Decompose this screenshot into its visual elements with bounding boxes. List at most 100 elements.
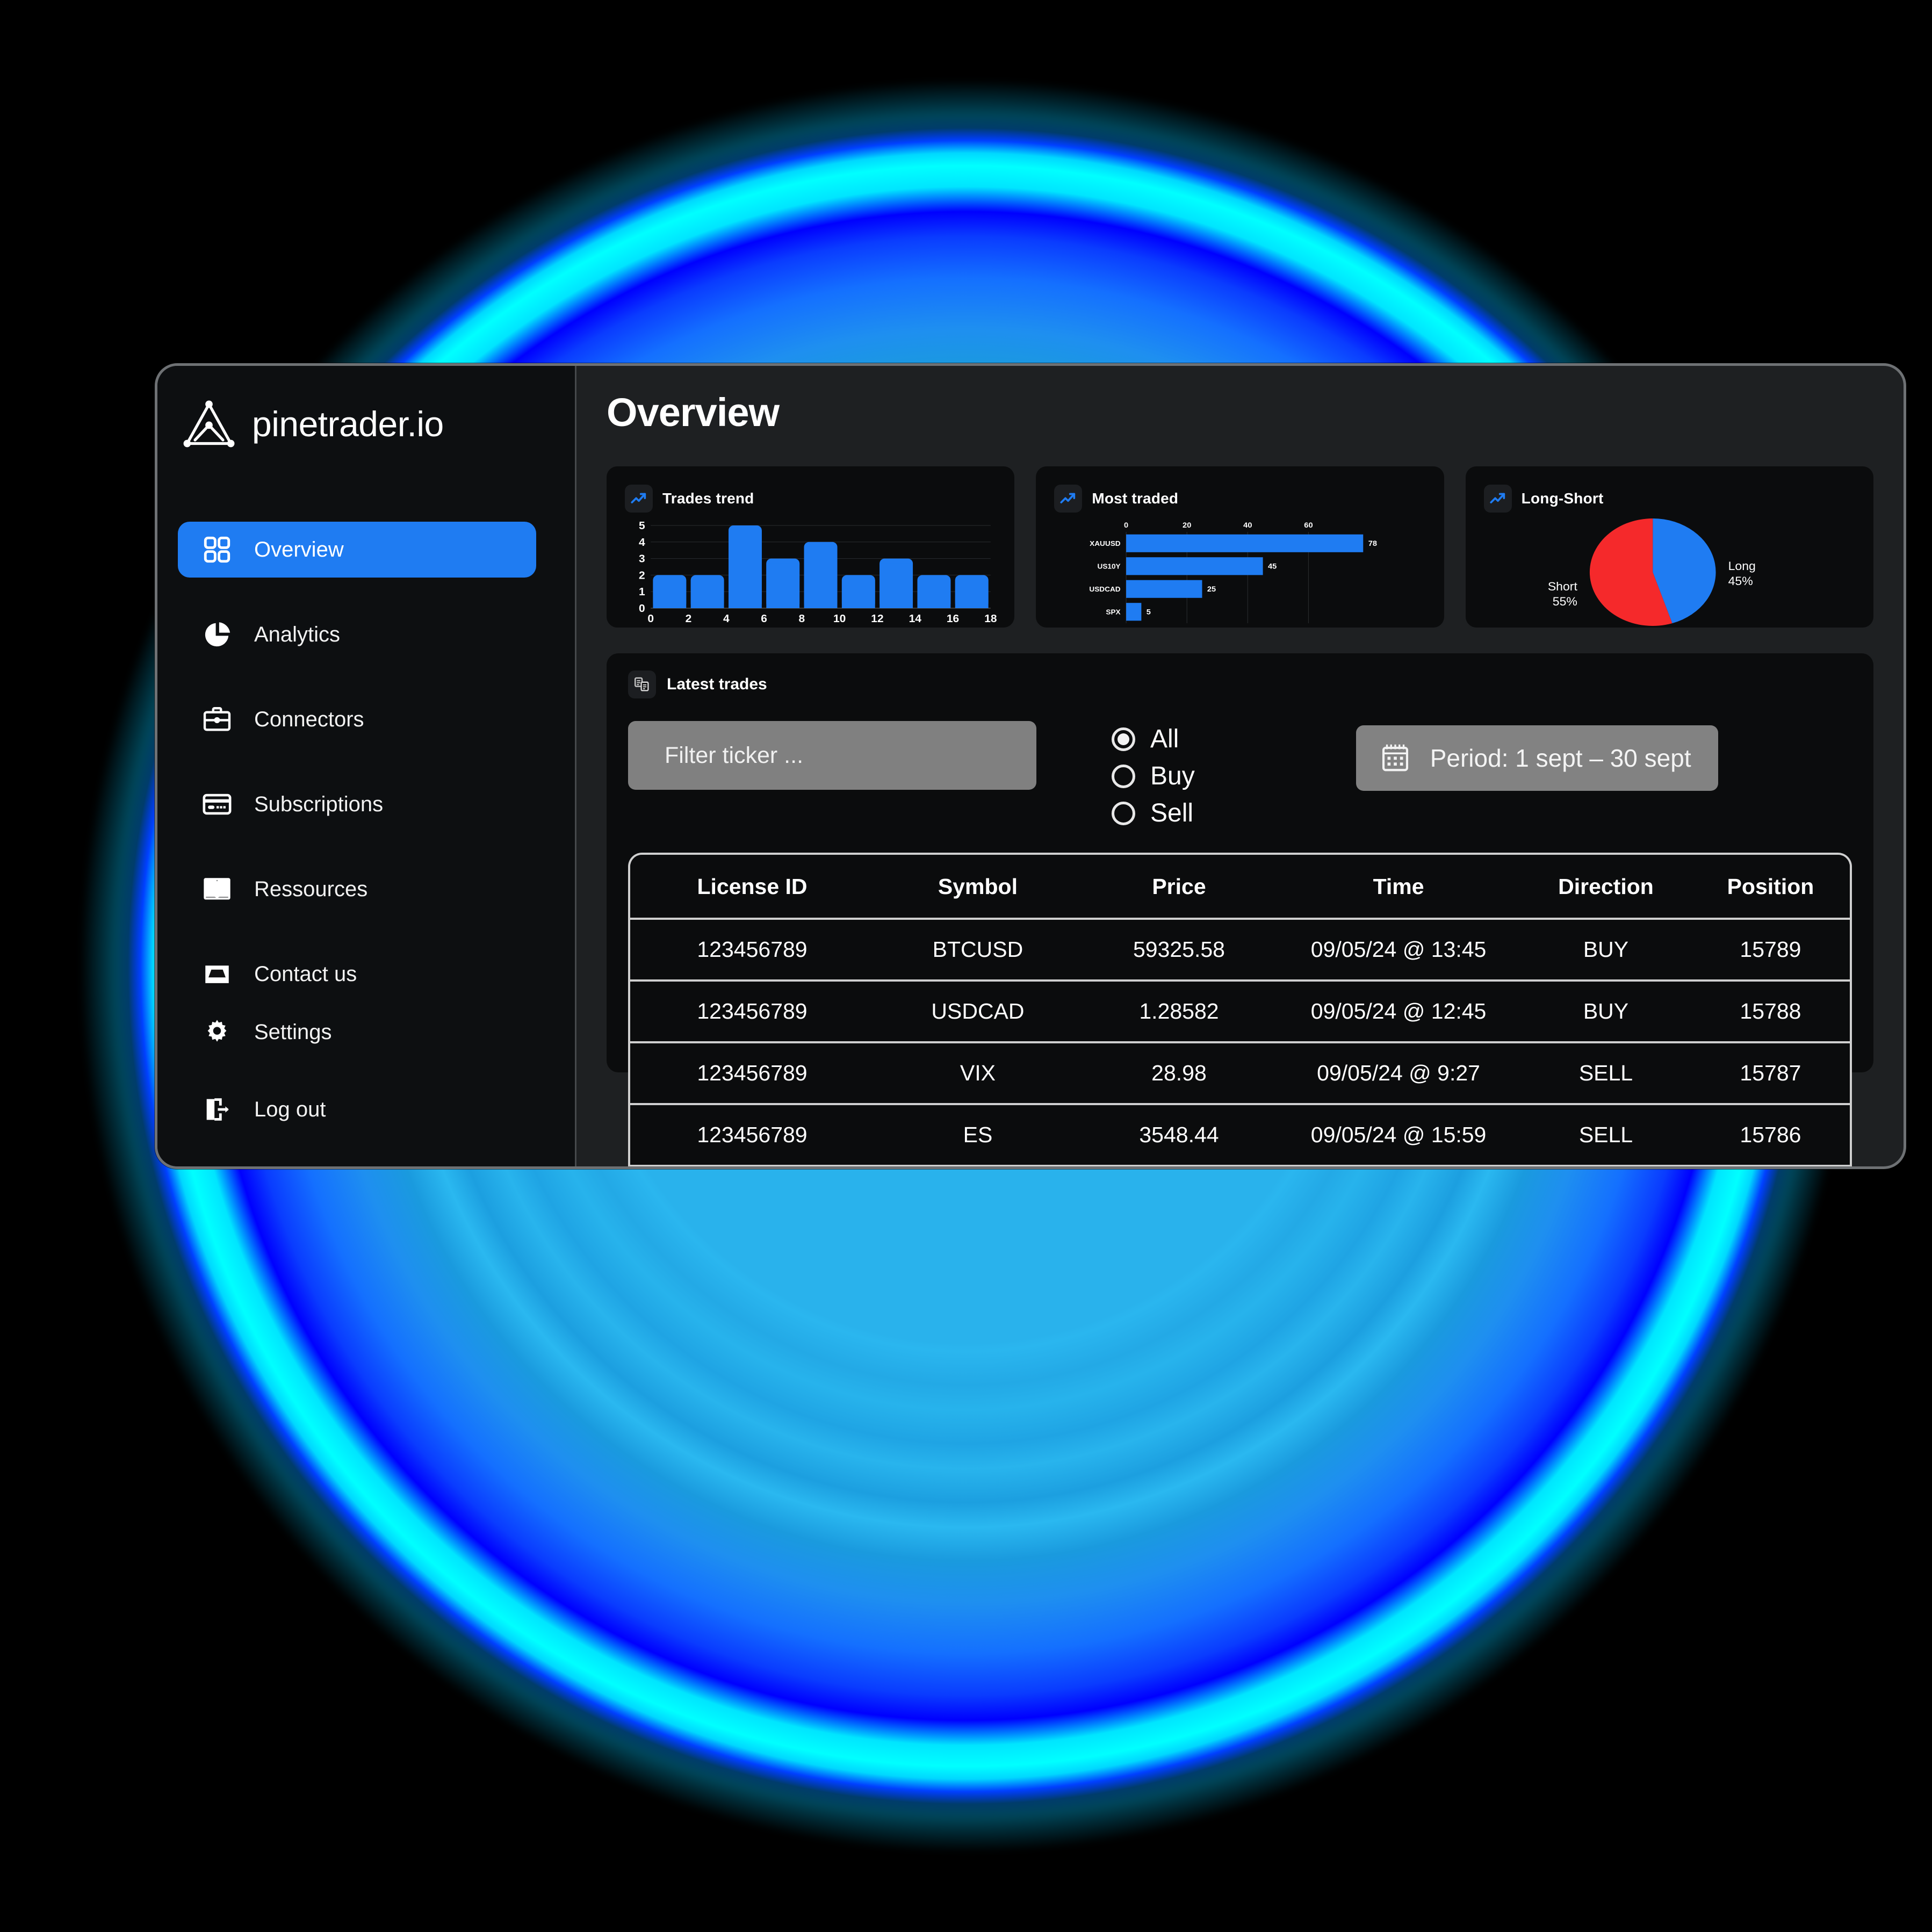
triangle-peak-logo-icon	[181, 398, 237, 450]
svg-text:6: 6	[761, 612, 767, 624]
cell-time: 09/05/24 @ 9:27	[1277, 1042, 1521, 1105]
svg-text:60: 60	[1304, 521, 1313, 530]
inbox-icon	[201, 958, 233, 990]
cell-symbol: BTCUSD	[874, 919, 1082, 982]
radio-label: All	[1150, 725, 1179, 753]
sidebar-item-analytics[interactable]: Analytics	[178, 607, 536, 662]
svg-text:SPX: SPX	[1106, 608, 1121, 616]
svg-text:0: 0	[1124, 521, 1128, 530]
cell-direction: BUY	[1520, 981, 1691, 1043]
trend-up-icon	[625, 485, 653, 513]
svg-text:0: 0	[647, 612, 654, 624]
svg-text:2: 2	[639, 569, 645, 581]
radio-mark	[1112, 801, 1135, 825]
credit-card-icon	[201, 789, 233, 820]
card-title: Trades trend	[662, 490, 754, 507]
sidebar-item-settings[interactable]: Settings	[178, 1004, 536, 1060]
column-header-direction: Direction	[1520, 855, 1691, 920]
sidebar-item-subscriptions[interactable]: Subscriptions	[178, 776, 536, 832]
svg-text:14: 14	[909, 612, 922, 624]
card-title: Long-Short	[1521, 490, 1604, 507]
cell-symbol: ES	[874, 1104, 1082, 1166]
sidebar-item-label: Overview	[254, 537, 344, 561]
cell-time: 09/05/24 @ 12:45	[1277, 981, 1521, 1043]
svg-text:25: 25	[1207, 586, 1216, 594]
open-book-icon	[201, 874, 233, 905]
cell-price: 1.28582	[1081, 981, 1277, 1043]
cell-position: 15789	[1691, 919, 1850, 982]
direction-radio-group: All Buy Sell	[1112, 721, 1195, 828]
list-grid-icon	[628, 671, 656, 698]
cell-direction: SELL	[1520, 1104, 1691, 1166]
table-header-row: License ID Symbol Price Time Direction P…	[630, 855, 1850, 920]
table-row[interactable]: 123456789 BTCUSD 59325.58 09/05/24 @ 13:45 B…	[630, 919, 1850, 982]
radio-mark	[1112, 764, 1135, 788]
radio-option-all[interactable]: All	[1112, 724, 1195, 754]
column-header-license-id: License ID	[630, 855, 874, 920]
sidebar-item-overview[interactable]: Overview	[178, 522, 536, 578]
sidebar-item-label: Analytics	[254, 622, 341, 646]
cell-license-id: 123456789	[630, 1104, 874, 1166]
svg-text:4: 4	[723, 612, 730, 624]
svg-text:2: 2	[686, 612, 692, 624]
latest-trades-panel: Latest trades All Buy Sell	[607, 653, 1873, 1166]
cell-price: 59325.58	[1081, 919, 1277, 982]
cell-price: 3548.44	[1081, 1104, 1277, 1166]
radio-option-buy[interactable]: Buy	[1112, 761, 1195, 791]
cell-time: 09/05/24 @ 13:45	[1277, 919, 1521, 982]
radio-option-sell[interactable]: Sell	[1112, 798, 1195, 828]
sidebar-item-ressources[interactable]: Ressources	[178, 861, 536, 917]
svg-text:45: 45	[1268, 563, 1277, 571]
svg-text:5: 5	[1147, 608, 1151, 617]
period-button[interactable]: Period: 1 sept – 30 sept	[1356, 725, 1718, 791]
table-row[interactable]: 123456789 VIX 28.98 09/05/24 @ 9:27 SELL 1578…	[630, 1042, 1850, 1105]
card-long-short: Long-Short Long 45% Short 55%	[1465, 466, 1873, 629]
card-header: Trades trend	[625, 485, 996, 513]
table-controls: All Buy Sell	[628, 721, 1852, 828]
sidebar-item-log-out[interactable]: Log out	[178, 1082, 536, 1137]
filter-ticker-input[interactable]	[628, 721, 1036, 790]
column-header-price: Price	[1081, 855, 1277, 920]
table-row[interactable]: 123456789 ES 3548.44 09/05/24 @ 15:59 SELL 15…	[630, 1104, 1850, 1166]
table-row[interactable]: 123456789 USDCAD 1.28582 09/05/24 @ 12:45 BU…	[630, 981, 1850, 1043]
cell-symbol: VIX	[874, 1042, 1082, 1105]
svg-text:10: 10	[833, 612, 846, 624]
card-header: Long-Short	[1483, 485, 1855, 513]
sidebar-item-label: Contact us	[254, 962, 357, 986]
trades-table: License ID Symbol Price Time Direction P…	[630, 855, 1850, 1166]
table-head: License ID Symbol Price Time Direction P…	[630, 855, 1850, 920]
svg-text:40: 40	[1244, 521, 1252, 530]
page-title: Overview	[607, 390, 780, 435]
card-title: Most traded	[1092, 490, 1179, 507]
column-header-symbol: Symbol	[874, 855, 1082, 920]
panel-header: Latest trades	[628, 671, 1852, 698]
column-header-position: Position	[1691, 855, 1850, 920]
cell-position: 15788	[1691, 981, 1850, 1043]
svg-text:4: 4	[639, 536, 645, 548]
trades-table-container: License ID Symbol Price Time Direction P…	[628, 853, 1852, 1166]
svg-text:18: 18	[984, 612, 997, 624]
svg-text:XAUUSD: XAUUSD	[1090, 540, 1121, 548]
period-label: Period: 1 sept – 30 sept	[1430, 744, 1691, 772]
sidebar-item-label: Log out	[254, 1097, 326, 1121]
svg-text:3: 3	[639, 553, 645, 565]
radio-label: Buy	[1150, 762, 1195, 790]
cell-time: 09/05/24 @ 15:59	[1277, 1104, 1521, 1166]
cell-price: 28.98	[1081, 1042, 1277, 1105]
panel-title: Latest trades	[667, 675, 767, 693]
sidebar-item-label: Settings	[254, 1020, 332, 1044]
sidebar-item-label: Subscriptions	[254, 792, 384, 816]
sidebar-item-connectors[interactable]: Connectors	[178, 691, 536, 747]
column-header-time: Time	[1277, 855, 1521, 920]
svg-text:USDCAD: USDCAD	[1090, 586, 1121, 594]
brand-name: pinetrader.io	[252, 404, 444, 444]
svg-text:12: 12	[871, 612, 883, 624]
svg-text:Long: Long	[1728, 559, 1755, 572]
cell-license-id: 123456789	[630, 919, 874, 982]
sidebar-item-contact-us[interactable]: Contact us	[178, 946, 536, 1002]
card-most-traded: Most traded 0 20 40 60 XAUUSD 78 US10Y 45 USDCAD…	[1036, 466, 1444, 628]
sidebar: pinetrader.io Overview Analytics Connect…	[157, 366, 576, 1166]
long-short-chart: Long 45% Short 55%	[1484, 516, 1855, 629]
briefcase-icon	[201, 704, 233, 735]
sidebar-item-label: Ressources	[254, 877, 368, 901]
